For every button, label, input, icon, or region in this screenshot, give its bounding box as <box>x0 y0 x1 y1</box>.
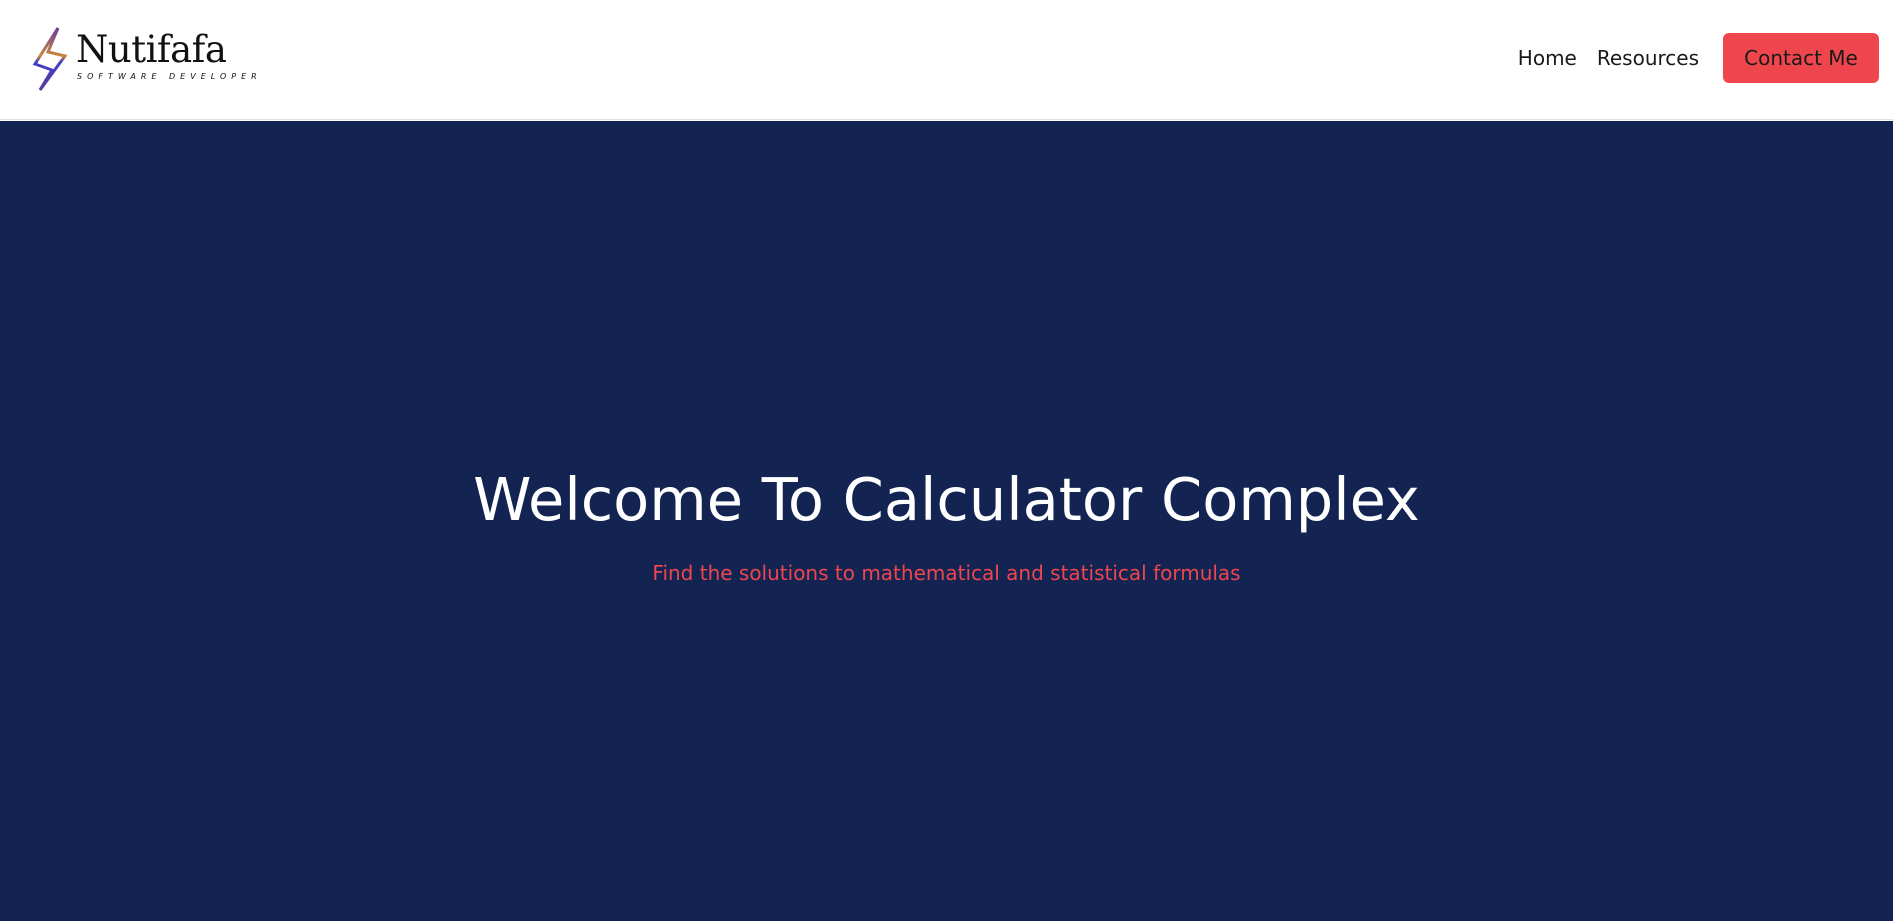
hero-subtitle: Find the solutions to mathematical and s… <box>652 561 1241 585</box>
navbar: Nutifafa SOFTWARE DEVELOPER Home Resourc… <box>0 0 1893 120</box>
logo-tagline: SOFTWARE DEVELOPER <box>77 72 262 81</box>
lightning-bolt-icon <box>32 27 68 91</box>
nav-link-home[interactable]: Home <box>1518 46 1577 70</box>
logo-name: Nutifafa <box>76 28 227 71</box>
logo-link[interactable]: Nutifafa SOFTWARE DEVELOPER <box>32 26 257 94</box>
contact-me-button[interactable]: Contact Me <box>1723 33 1879 83</box>
nav-link-resources[interactable]: Resources <box>1597 46 1699 70</box>
hero-section: Welcome To Calculator Complex Find the s… <box>0 121 1893 921</box>
hero-title: Welcome To Calculator Complex <box>473 465 1420 534</box>
nav-links: Home Resources Contact Me <box>1518 33 1879 83</box>
